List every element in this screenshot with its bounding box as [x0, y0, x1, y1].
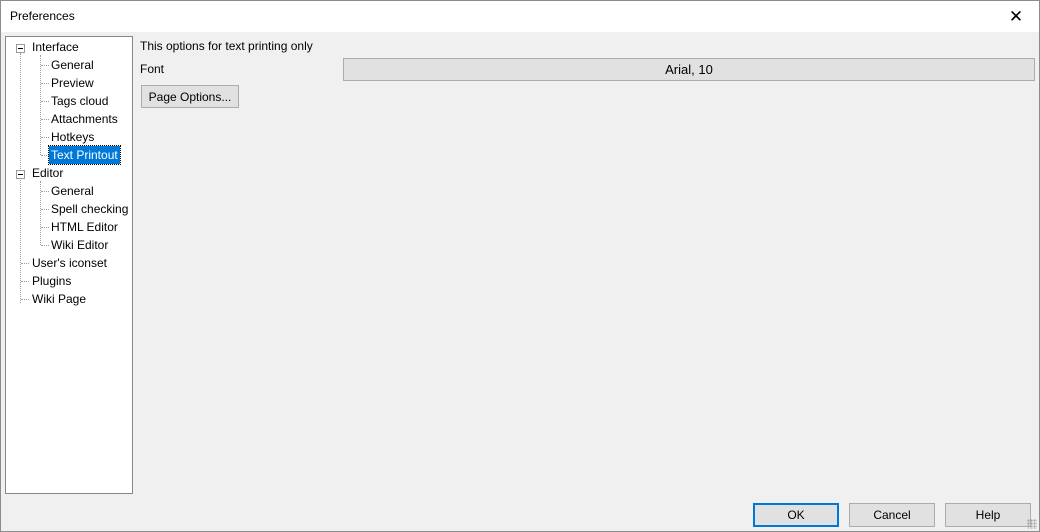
close-icon[interactable]: ✕: [993, 1, 1039, 32]
tree-connector: [41, 119, 49, 120]
title-bar[interactable]: Preferences ✕: [1, 1, 1039, 32]
tree-item-preview[interactable]: Preview: [49, 74, 96, 92]
preferences-window: Preferences ✕ Interface General Preview …: [0, 0, 1040, 532]
tree-connector: [41, 155, 49, 156]
tree-connector: [41, 209, 49, 210]
tree-connector: [21, 263, 29, 264]
tree-connector: [41, 101, 49, 102]
help-button[interactable]: Help: [945, 503, 1031, 527]
tree-item-users-iconset[interactable]: User's iconset: [30, 254, 109, 272]
tree-item-editor[interactable]: Editor: [30, 164, 65, 182]
tree-item-wiki-page[interactable]: Wiki Page: [30, 290, 88, 308]
font-label: Font: [140, 62, 165, 76]
ok-button[interactable]: OK: [753, 503, 839, 527]
tree-item-wiki-editor[interactable]: Wiki Editor: [49, 236, 110, 254]
tree-connector: [21, 281, 29, 282]
tree-connector: [41, 191, 49, 192]
tree-connector: [21, 299, 29, 300]
tree-connector: [41, 137, 49, 138]
tree-item-interface[interactable]: Interface: [30, 38, 81, 56]
tree-connector: [41, 245, 49, 246]
tree-item-interface-general[interactable]: General: [49, 56, 96, 74]
window-title: Preferences: [10, 9, 75, 23]
tree-connector: [41, 227, 49, 228]
tree-item-attachments[interactable]: Attachments: [49, 110, 120, 128]
page-options-button[interactable]: Page Options...: [141, 85, 239, 108]
tree-item-text-printout[interactable]: Text Printout: [48, 145, 121, 165]
tree-item-plugins[interactable]: Plugins: [30, 272, 73, 290]
resize-grip-icon[interactable]: [1027, 519, 1037, 529]
collapse-icon[interactable]: [16, 170, 25, 179]
tree-connector: [41, 83, 49, 84]
tree-item-spell-checking[interactable]: Spell checking: [49, 200, 130, 218]
tree-item-html-editor[interactable]: HTML Editor: [49, 218, 120, 236]
tree-item-editor-general[interactable]: General: [49, 182, 96, 200]
font-picker-button[interactable]: Arial, 10: [343, 58, 1035, 81]
tree-connector: [40, 55, 41, 155]
collapse-icon[interactable]: [16, 44, 25, 53]
tree-item-hotkeys[interactable]: Hotkeys: [49, 128, 96, 146]
cancel-button[interactable]: Cancel: [849, 503, 935, 527]
tree-connector: [41, 65, 49, 66]
tree-item-tags-cloud[interactable]: Tags cloud: [49, 92, 110, 110]
panel-description: This options for text printing only: [140, 39, 313, 53]
preferences-tree[interactable]: Interface General Preview Tags cloud Att…: [5, 36, 133, 494]
